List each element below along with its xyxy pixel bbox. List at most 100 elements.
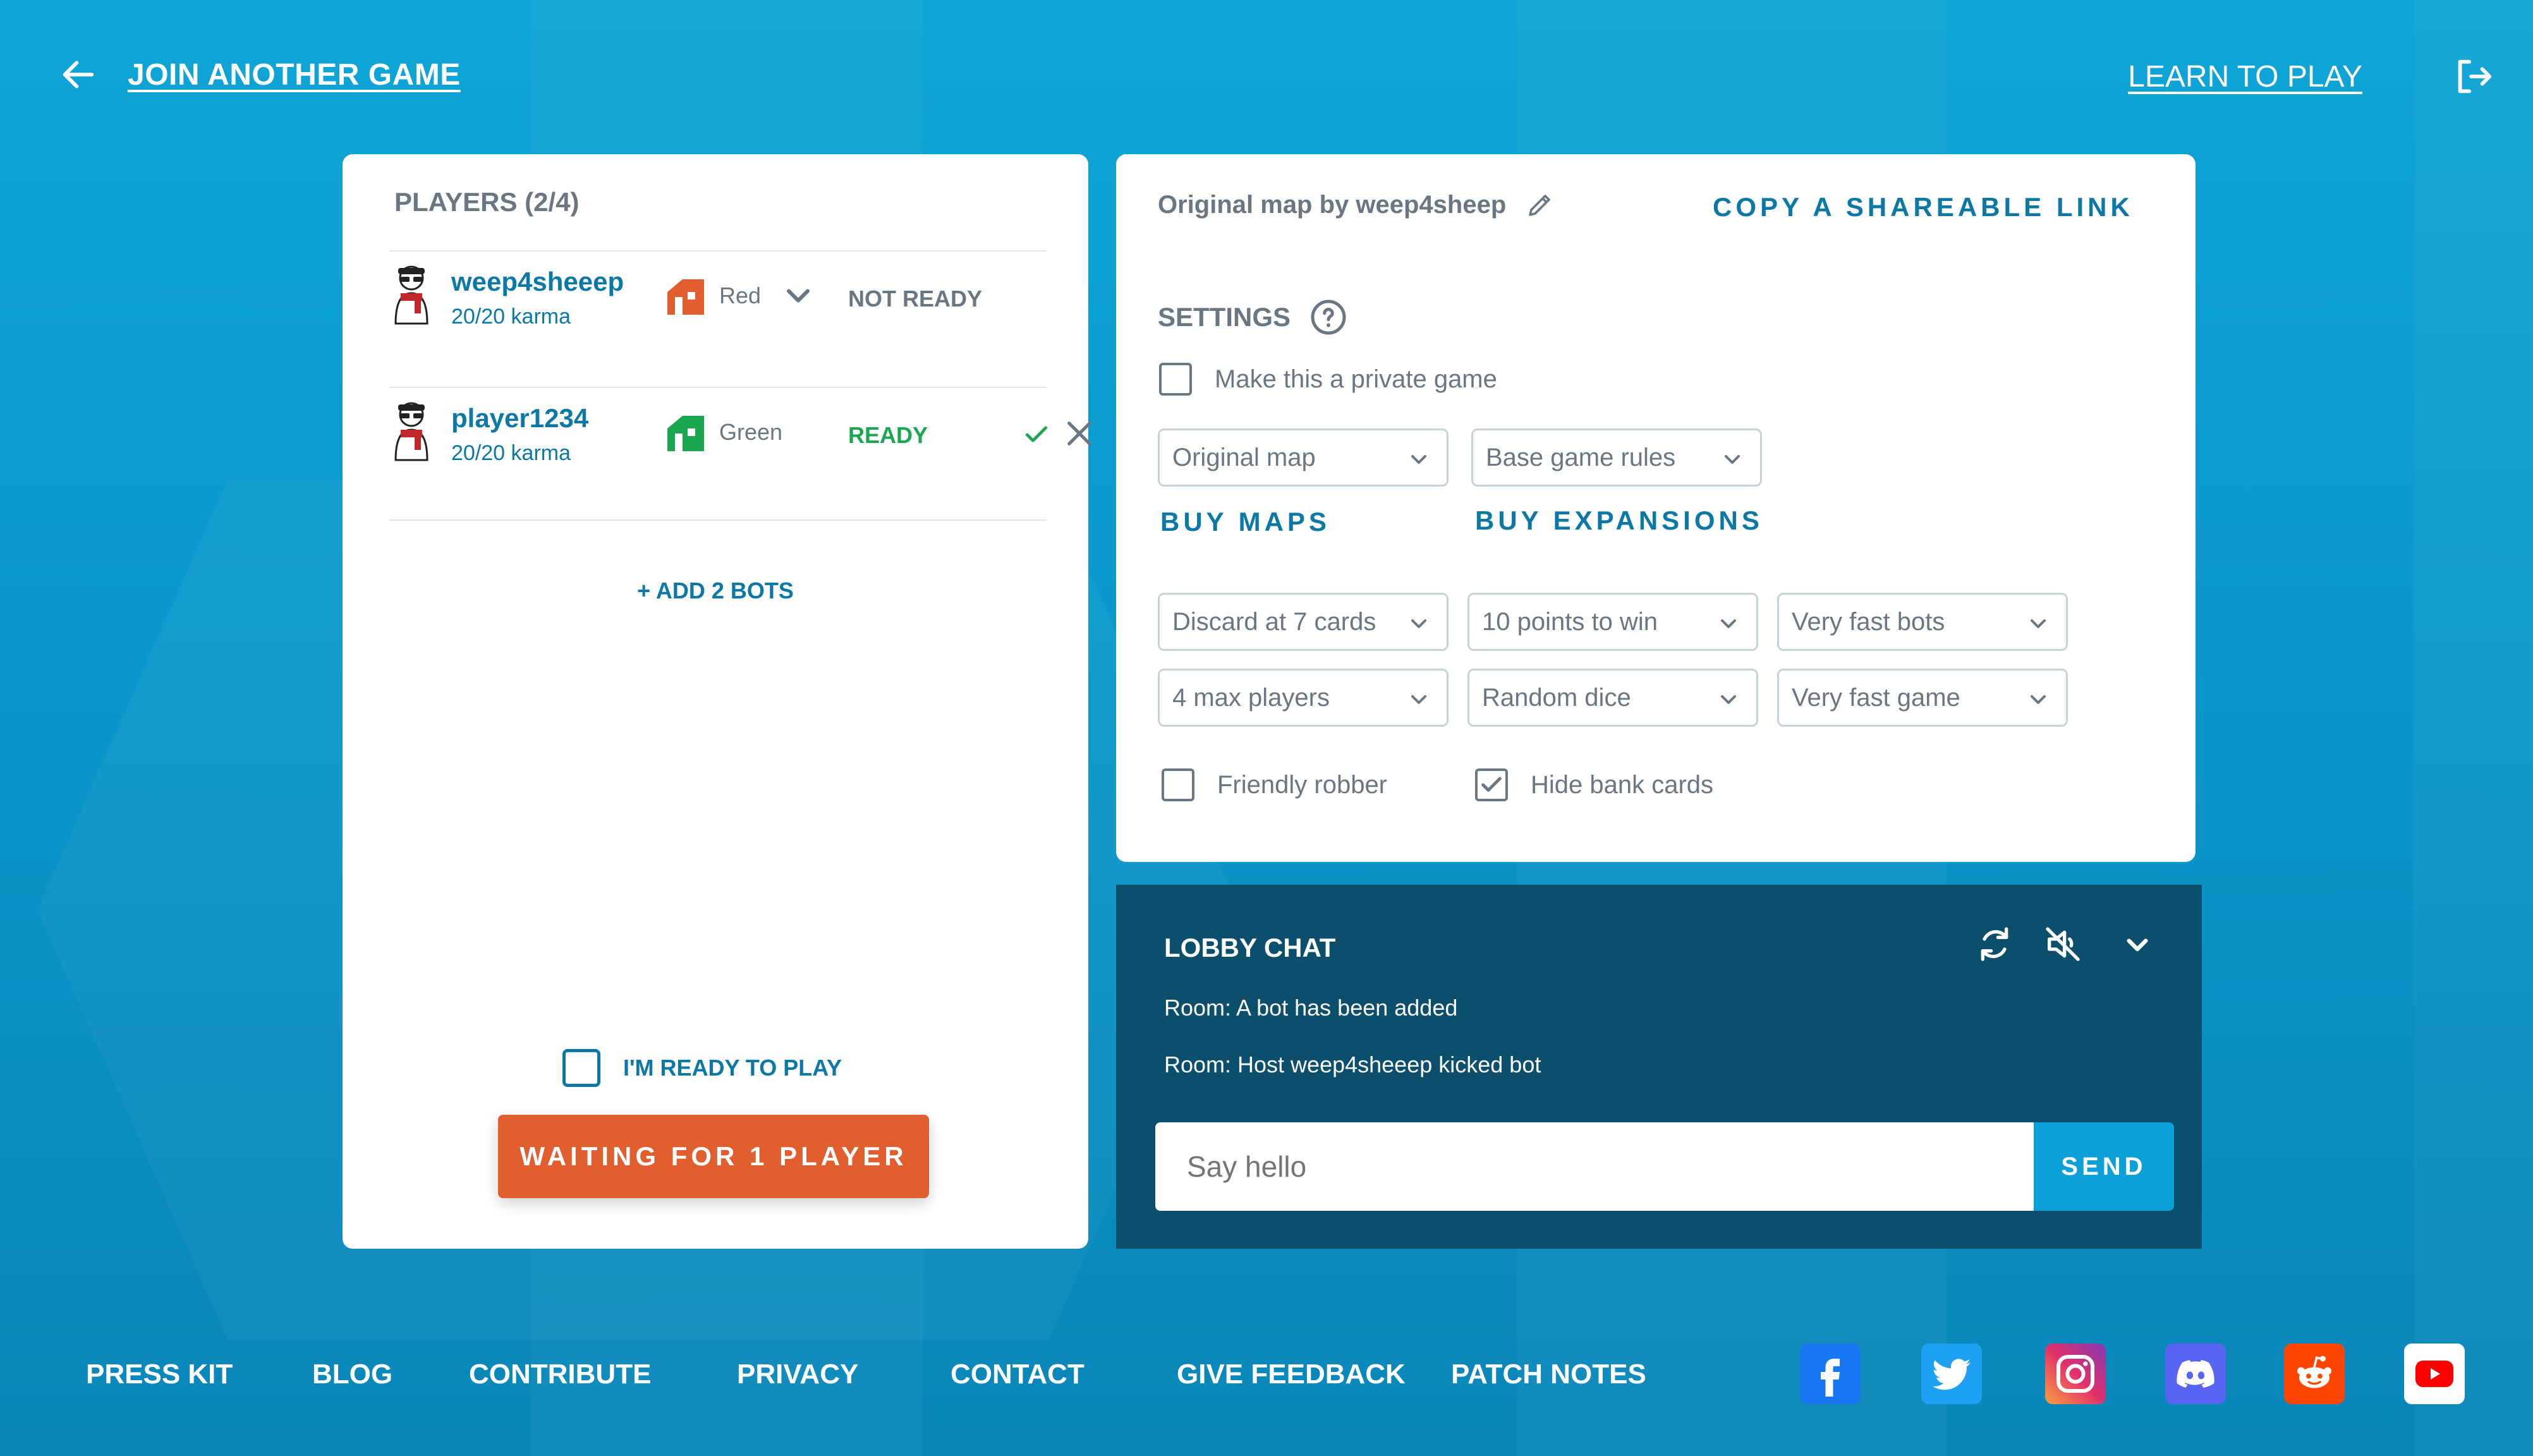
rules-select[interactable]: Base game rules	[1471, 428, 1762, 487]
map-author: Original map by weep4sheep	[1158, 190, 1555, 220]
avatar	[394, 402, 428, 461]
check-icon	[1025, 426, 1048, 442]
game-speed-select-value: Very fast game	[1792, 683, 1960, 712]
lobby-chat-panel: LOBBY CHAT Room: A bot has been added Ro…	[1116, 885, 2202, 1249]
send-button[interactable]: SEND	[2034, 1122, 2174, 1211]
players-title: PLAYERS (2/4)	[394, 187, 580, 217]
add-bots-button[interactable]: + ADD 2 BOTS	[343, 578, 1088, 604]
friendly-robber-label: Friendly robber	[1217, 770, 1388, 799]
settings-heading: SETTINGS	[1158, 298, 1347, 336]
player-status: NOT READY	[848, 286, 983, 312]
join-another-game-label: JOIN ANOTHER GAME	[128, 58, 461, 92]
bot-speed-select-value: Very fast bots	[1792, 607, 1945, 636]
chevron-down-icon	[1721, 619, 1736, 628]
chat-message: Room: Host weep4sheeep kicked bot	[1164, 1052, 1541, 1077]
dice-select[interactable]: Random dice	[1467, 669, 1758, 727]
player-karma: 20/20 karma	[451, 305, 571, 329]
chevron-down-icon	[1725, 455, 1740, 464]
player-name: weep4sheeep	[451, 267, 624, 296]
footer-link-press-kit[interactable]: PRESS KIT	[86, 1359, 233, 1390]
refresh-icon[interactable]	[1974, 924, 2015, 964]
checkmark-icon	[1481, 777, 1502, 792]
chevron-down-icon	[2031, 695, 2046, 704]
player-karma: 20/20 karma	[451, 441, 571, 465]
buy-expansions-link[interactable]: BUY EXPANSIONS	[1475, 506, 1763, 536]
private-game-label: Make this a private game	[1215, 365, 1497, 393]
pencil-icon[interactable]	[1525, 190, 1555, 220]
rules-select-value: Base game rules	[1486, 443, 1676, 471]
avatar	[394, 265, 428, 325]
ready-checkbox-box[interactable]	[562, 1049, 600, 1087]
discard-select-value: Discard at 7 cards	[1172, 607, 1376, 636]
private-game-checkbox[interactable]: Make this a private game	[1159, 363, 1497, 396]
footer-link-contact[interactable]: CONTACT	[951, 1359, 1084, 1390]
kick-player-icon[interactable]	[1062, 416, 1097, 451]
player-color-name: Green	[719, 419, 783, 445]
points-select-value: 10 points to win	[1482, 607, 1658, 636]
footer-link-blog[interactable]: BLOG	[312, 1359, 392, 1390]
lobby-chat-title: LOBBY CHAT	[1164, 933, 1336, 962]
house-icon	[667, 416, 704, 451]
player-row: weep4sheeep 20/20 karma Red NOT READY	[391, 252, 1047, 378]
player-color-select[interactable]: Red	[665, 277, 819, 315]
ready-to-play-checkbox[interactable]: I'M READY TO PLAY	[562, 1049, 842, 1087]
house-icon	[667, 279, 704, 315]
player-status: READY	[848, 422, 928, 448]
twitter-icon[interactable]	[1921, 1344, 1982, 1404]
players-panel: PLAYERS (2/4) weep4sheeep 20/20 karma Re…	[343, 154, 1091, 1249]
friendly-robber-checkbox[interactable]: Friendly robber	[1162, 768, 1387, 801]
discard-select[interactable]: Discard at 7 cards	[1158, 593, 1449, 651]
waiting-for-player-button[interactable]: WAITING FOR 1 PLAYER	[498, 1115, 929, 1198]
instagram-icon[interactable]	[2045, 1344, 2106, 1404]
chevron-down-icon	[2031, 619, 2046, 628]
settings-title: SETTINGS	[1158, 302, 1291, 332]
reddit-icon[interactable]	[2284, 1344, 2345, 1404]
chat-message: Room: A bot has been added	[1164, 995, 1458, 1021]
learn-to-play-link[interactable]: LEARN TO PLAY	[2128, 59, 2362, 94]
map-author-label: Original map by weep4sheep	[1158, 190, 1507, 219]
buy-maps-link[interactable]: BUY MAPS	[1160, 507, 1330, 537]
player-color-display: Green	[665, 413, 782, 451]
arrow-left-icon	[63, 61, 94, 88]
friendly-robber-box[interactable]	[1162, 768, 1194, 801]
youtube-icon[interactable]	[2404, 1344, 2465, 1404]
help-icon[interactable]	[1309, 298, 1347, 336]
chevron-down-icon	[1411, 695, 1426, 704]
private-game-box[interactable]	[1159, 363, 1192, 396]
chevron-down-icon	[1411, 455, 1426, 464]
chevron-down-icon	[1411, 619, 1426, 628]
copy-shareable-link[interactable]: COPY A SHAREABLE LINK	[1713, 192, 2134, 222]
game-speed-select[interactable]: Very fast game	[1777, 669, 2068, 727]
player-name: player1234	[451, 403, 589, 433]
settings-panel: Original map by weep4sheep COPY A SHAREA…	[1116, 154, 2196, 862]
join-another-game-link[interactable]: JOIN ANOTHER GAME	[58, 54, 461, 95]
footer-link-privacy[interactable]: PRIVACY	[737, 1359, 858, 1390]
footer-link-contribute[interactable]: CONTRIBUTE	[469, 1359, 651, 1390]
ready-to-play-label: I'M READY TO PLAY	[623, 1055, 842, 1081]
points-select[interactable]: 10 points to win	[1467, 593, 1758, 651]
hide-bank-cards-box[interactable]	[1475, 768, 1508, 801]
max-players-select-value: 4 max players	[1172, 683, 1330, 712]
top-bar: JOIN ANOTHER GAME LEARN TO PLAY	[58, 54, 2495, 99]
player-row: player1234 20/20 karma Green READY	[391, 388, 1091, 514]
chat-input[interactable]	[1155, 1122, 2034, 1211]
chevron-down-icon[interactable]	[2117, 924, 2158, 964]
footer: PRESS KIT BLOG CONTRIBUTE PRIVACY CONTAC…	[0, 1344, 2533, 1404]
map-select[interactable]: Original map	[1158, 428, 1449, 487]
hide-bank-cards-checkbox[interactable]: Hide bank cards	[1475, 768, 1713, 801]
max-players-select[interactable]: 4 max players	[1158, 669, 1449, 727]
logout-icon[interactable]	[2451, 54, 2495, 99]
facebook-icon[interactable]	[1800, 1344, 1861, 1404]
footer-link-give-feedback[interactable]: GIVE FEEDBACK	[1177, 1359, 1406, 1390]
discord-icon[interactable]	[2165, 1344, 2226, 1404]
dice-select-value: Random dice	[1482, 683, 1631, 712]
chevron-down-icon	[787, 289, 810, 303]
footer-link-patch-notes[interactable]: PATCH NOTES	[1451, 1359, 1646, 1390]
chevron-down-icon	[1721, 695, 1736, 704]
hide-bank-cards-label: Hide bank cards	[1531, 770, 1714, 799]
divider	[389, 519, 1047, 521]
bot-speed-select[interactable]: Very fast bots	[1777, 593, 2068, 651]
mute-icon[interactable]	[2043, 924, 2083, 964]
map-select-value: Original map	[1172, 443, 1316, 471]
player-color-name: Red	[719, 282, 762, 308]
